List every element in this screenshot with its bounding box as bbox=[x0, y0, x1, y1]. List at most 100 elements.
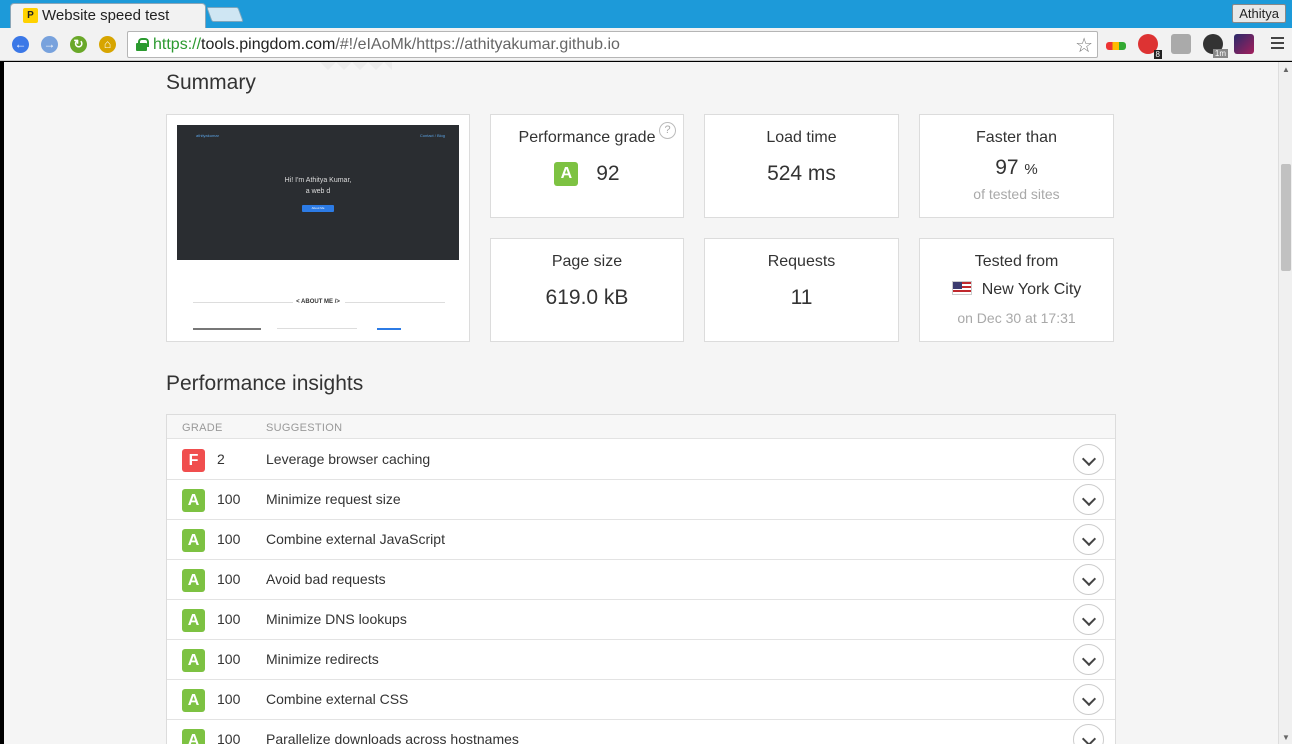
header-logo-fragment bbox=[320, 62, 392, 70]
expand-chevron-icon[interactable] bbox=[1073, 564, 1104, 595]
scroll-up-arrow-icon[interactable]: ▲ bbox=[1282, 65, 1290, 74]
expand-chevron-icon[interactable] bbox=[1073, 604, 1104, 635]
tested-from-label: Tested from bbox=[974, 253, 1059, 270]
suggestion-column-header[interactable]: SUGGESTION bbox=[266, 422, 342, 434]
new-tab-button[interactable] bbox=[206, 7, 244, 22]
requests-label: Requests bbox=[767, 253, 836, 270]
faster-than-unit: % bbox=[1024, 161, 1038, 178]
screenshot-nav-left: athityakumar bbox=[196, 133, 219, 138]
expand-chevron-icon[interactable] bbox=[1073, 524, 1104, 555]
insight-score: 100 bbox=[217, 571, 241, 587]
browser-toolbar: ← → ↻ ⌂ https://tools.pingdom.com/#!/eIA… bbox=[0, 28, 1292, 61]
insight-row[interactable]: A 100 Parallelize downloads across hostnam… bbox=[167, 720, 1115, 744]
insight-suggestion: Minimize redirects bbox=[266, 651, 379, 667]
url-host: tools.pingdom.com bbox=[201, 36, 336, 53]
expand-chevron-icon[interactable] bbox=[1073, 484, 1104, 515]
insight-score: 100 bbox=[217, 611, 241, 627]
screenshot-hero-button: About Me bbox=[302, 205, 334, 212]
load-time-label: Load time bbox=[766, 129, 837, 146]
requests-card: Requests 11 bbox=[704, 238, 899, 342]
grade-column-header[interactable]: GRADE bbox=[182, 422, 223, 434]
extension-avatar-icon[interactable] bbox=[1234, 34, 1254, 54]
screenshot-about-heading: < ABOUT ME /> bbox=[296, 299, 340, 305]
grade-badge: F bbox=[182, 449, 205, 472]
insight-suggestion: Minimize DNS lookups bbox=[266, 611, 407, 627]
grade-badge: A bbox=[182, 729, 205, 744]
website-screenshot: athityakumar Contact / Blog Hi! I'm Athi… bbox=[166, 114, 470, 342]
extension-rainbow-icon[interactable] bbox=[1106, 42, 1126, 50]
tested-from-card: Tested from New York City on Dec 30 at 1… bbox=[919, 238, 1114, 342]
screenshot-nav-right: Contact / Blog bbox=[419, 133, 445, 138]
tested-from-city: New York City bbox=[981, 281, 1082, 298]
pingdom-favicon-icon: P bbox=[23, 8, 38, 23]
insight-score: 100 bbox=[217, 491, 241, 507]
scroll-down-arrow-icon[interactable]: ▼ bbox=[1282, 733, 1290, 742]
faster-than-sub: of tested sites bbox=[973, 186, 1060, 202]
insights-table: GRADE SUGGESTION F 2 Leverage browser cach… bbox=[166, 414, 1116, 744]
expand-chevron-icon[interactable] bbox=[1073, 444, 1104, 475]
chrome-menu-icon[interactable] bbox=[1271, 37, 1284, 51]
tested-from-location: New York City bbox=[920, 281, 1113, 299]
back-button[interactable]: ← bbox=[12, 36, 29, 53]
arrow-left-icon: ← bbox=[14, 37, 27, 51]
bookmark-star-icon[interactable]: ☆ bbox=[1075, 33, 1093, 58]
url-text: https://tools.pingdom.com/#!/eIAoMk/http… bbox=[153, 36, 620, 54]
performance-score: 92 bbox=[596, 162, 620, 186]
grade-badge: A bbox=[182, 649, 205, 672]
extension-count-badge: 8 bbox=[1153, 50, 1162, 59]
insight-row[interactable]: A 100 Combine external JavaScript bbox=[167, 520, 1115, 560]
load-time-card: Load time 524 ms bbox=[704, 114, 899, 218]
faster-than-card: Faster than 97 % of tested sites bbox=[919, 114, 1114, 218]
insights-heading: Performance insights bbox=[166, 372, 364, 395]
insight-row[interactable]: F 2 Leverage browser caching bbox=[167, 440, 1115, 480]
requests-value: 11 bbox=[790, 286, 813, 309]
load-time-value: 524 ms bbox=[767, 162, 836, 185]
insight-row[interactable]: A 100 Avoid bad requests bbox=[167, 560, 1115, 600]
home-icon: ⌂ bbox=[103, 37, 112, 51]
extension-pocket-icon[interactable]: 8 bbox=[1138, 34, 1162, 59]
expand-chevron-icon[interactable] bbox=[1073, 684, 1104, 715]
performance-grade-card: Performance grade ? A 92 bbox=[490, 114, 684, 218]
insight-suggestion: Combine external JavaScript bbox=[266, 531, 445, 547]
expand-chevron-icon[interactable] bbox=[1073, 724, 1104, 744]
grade-badge: A bbox=[182, 489, 205, 512]
help-icon[interactable]: ? bbox=[659, 122, 676, 139]
tab-title: Website speed test bbox=[42, 7, 170, 24]
insight-row[interactable]: A 100 Minimize redirects bbox=[167, 640, 1115, 680]
profile-button[interactable]: Athitya bbox=[1232, 4, 1286, 23]
scrollbar-thumb[interactable] bbox=[1281, 164, 1291, 271]
screenshot-skill-bar-1 bbox=[193, 328, 261, 330]
insight-score: 2 bbox=[217, 451, 225, 467]
extension-clock-icon[interactable]: 1m bbox=[1203, 34, 1228, 58]
insight-row[interactable]: A 100 Combine external CSS bbox=[167, 680, 1115, 720]
faster-than-label: Faster than bbox=[976, 129, 1057, 146]
expand-chevron-icon[interactable] bbox=[1073, 644, 1104, 675]
arrow-right-icon: → bbox=[43, 37, 56, 51]
address-bar[interactable]: https://tools.pingdom.com/#!/eIAoMk/http… bbox=[127, 31, 1098, 58]
url-scheme: https:// bbox=[153, 36, 202, 53]
page-viewport: Summary athityakumar Contact / Blog Hi! … bbox=[4, 62, 1278, 744]
forward-button[interactable]: → bbox=[41, 36, 58, 53]
insight-row[interactable]: A 100 Minimize DNS lookups bbox=[167, 600, 1115, 640]
insight-score: 100 bbox=[217, 651, 241, 667]
reload-button[interactable]: ↻ bbox=[70, 36, 87, 53]
tested-from-date: on Dec 30 at 17:31 bbox=[957, 310, 1076, 326]
page-size-label: Page size bbox=[551, 253, 623, 270]
browser-tab[interactable]: P Website speed test bbox=[10, 3, 206, 28]
url-path: /#!/eIAoMk/https://athityakumar.github.i… bbox=[335, 36, 620, 53]
insight-score: 100 bbox=[217, 691, 241, 707]
grade-badge: A bbox=[182, 689, 205, 712]
insight-row[interactable]: A 100 Minimize request size bbox=[167, 480, 1115, 520]
performance-grade-badge: A bbox=[554, 162, 579, 187]
page-size-card: Page size 619.0 kB bbox=[490, 238, 684, 342]
screenshot-skill-bar-2 bbox=[277, 328, 357, 329]
home-button[interactable]: ⌂ bbox=[99, 36, 116, 53]
faster-than-value: 97 % bbox=[920, 156, 1113, 180]
extension-mail-icon[interactable] bbox=[1171, 34, 1191, 54]
performance-grade-label: Performance grade bbox=[518, 129, 656, 146]
insight-suggestion: Parallelize downloads across hostnames bbox=[266, 731, 519, 744]
page-scrollbar[interactable]: ▲ ▼ bbox=[1278, 62, 1292, 744]
us-flag-icon bbox=[951, 281, 972, 295]
performance-grade-value: A 92 bbox=[491, 162, 683, 187]
insight-score: 100 bbox=[217, 731, 241, 744]
